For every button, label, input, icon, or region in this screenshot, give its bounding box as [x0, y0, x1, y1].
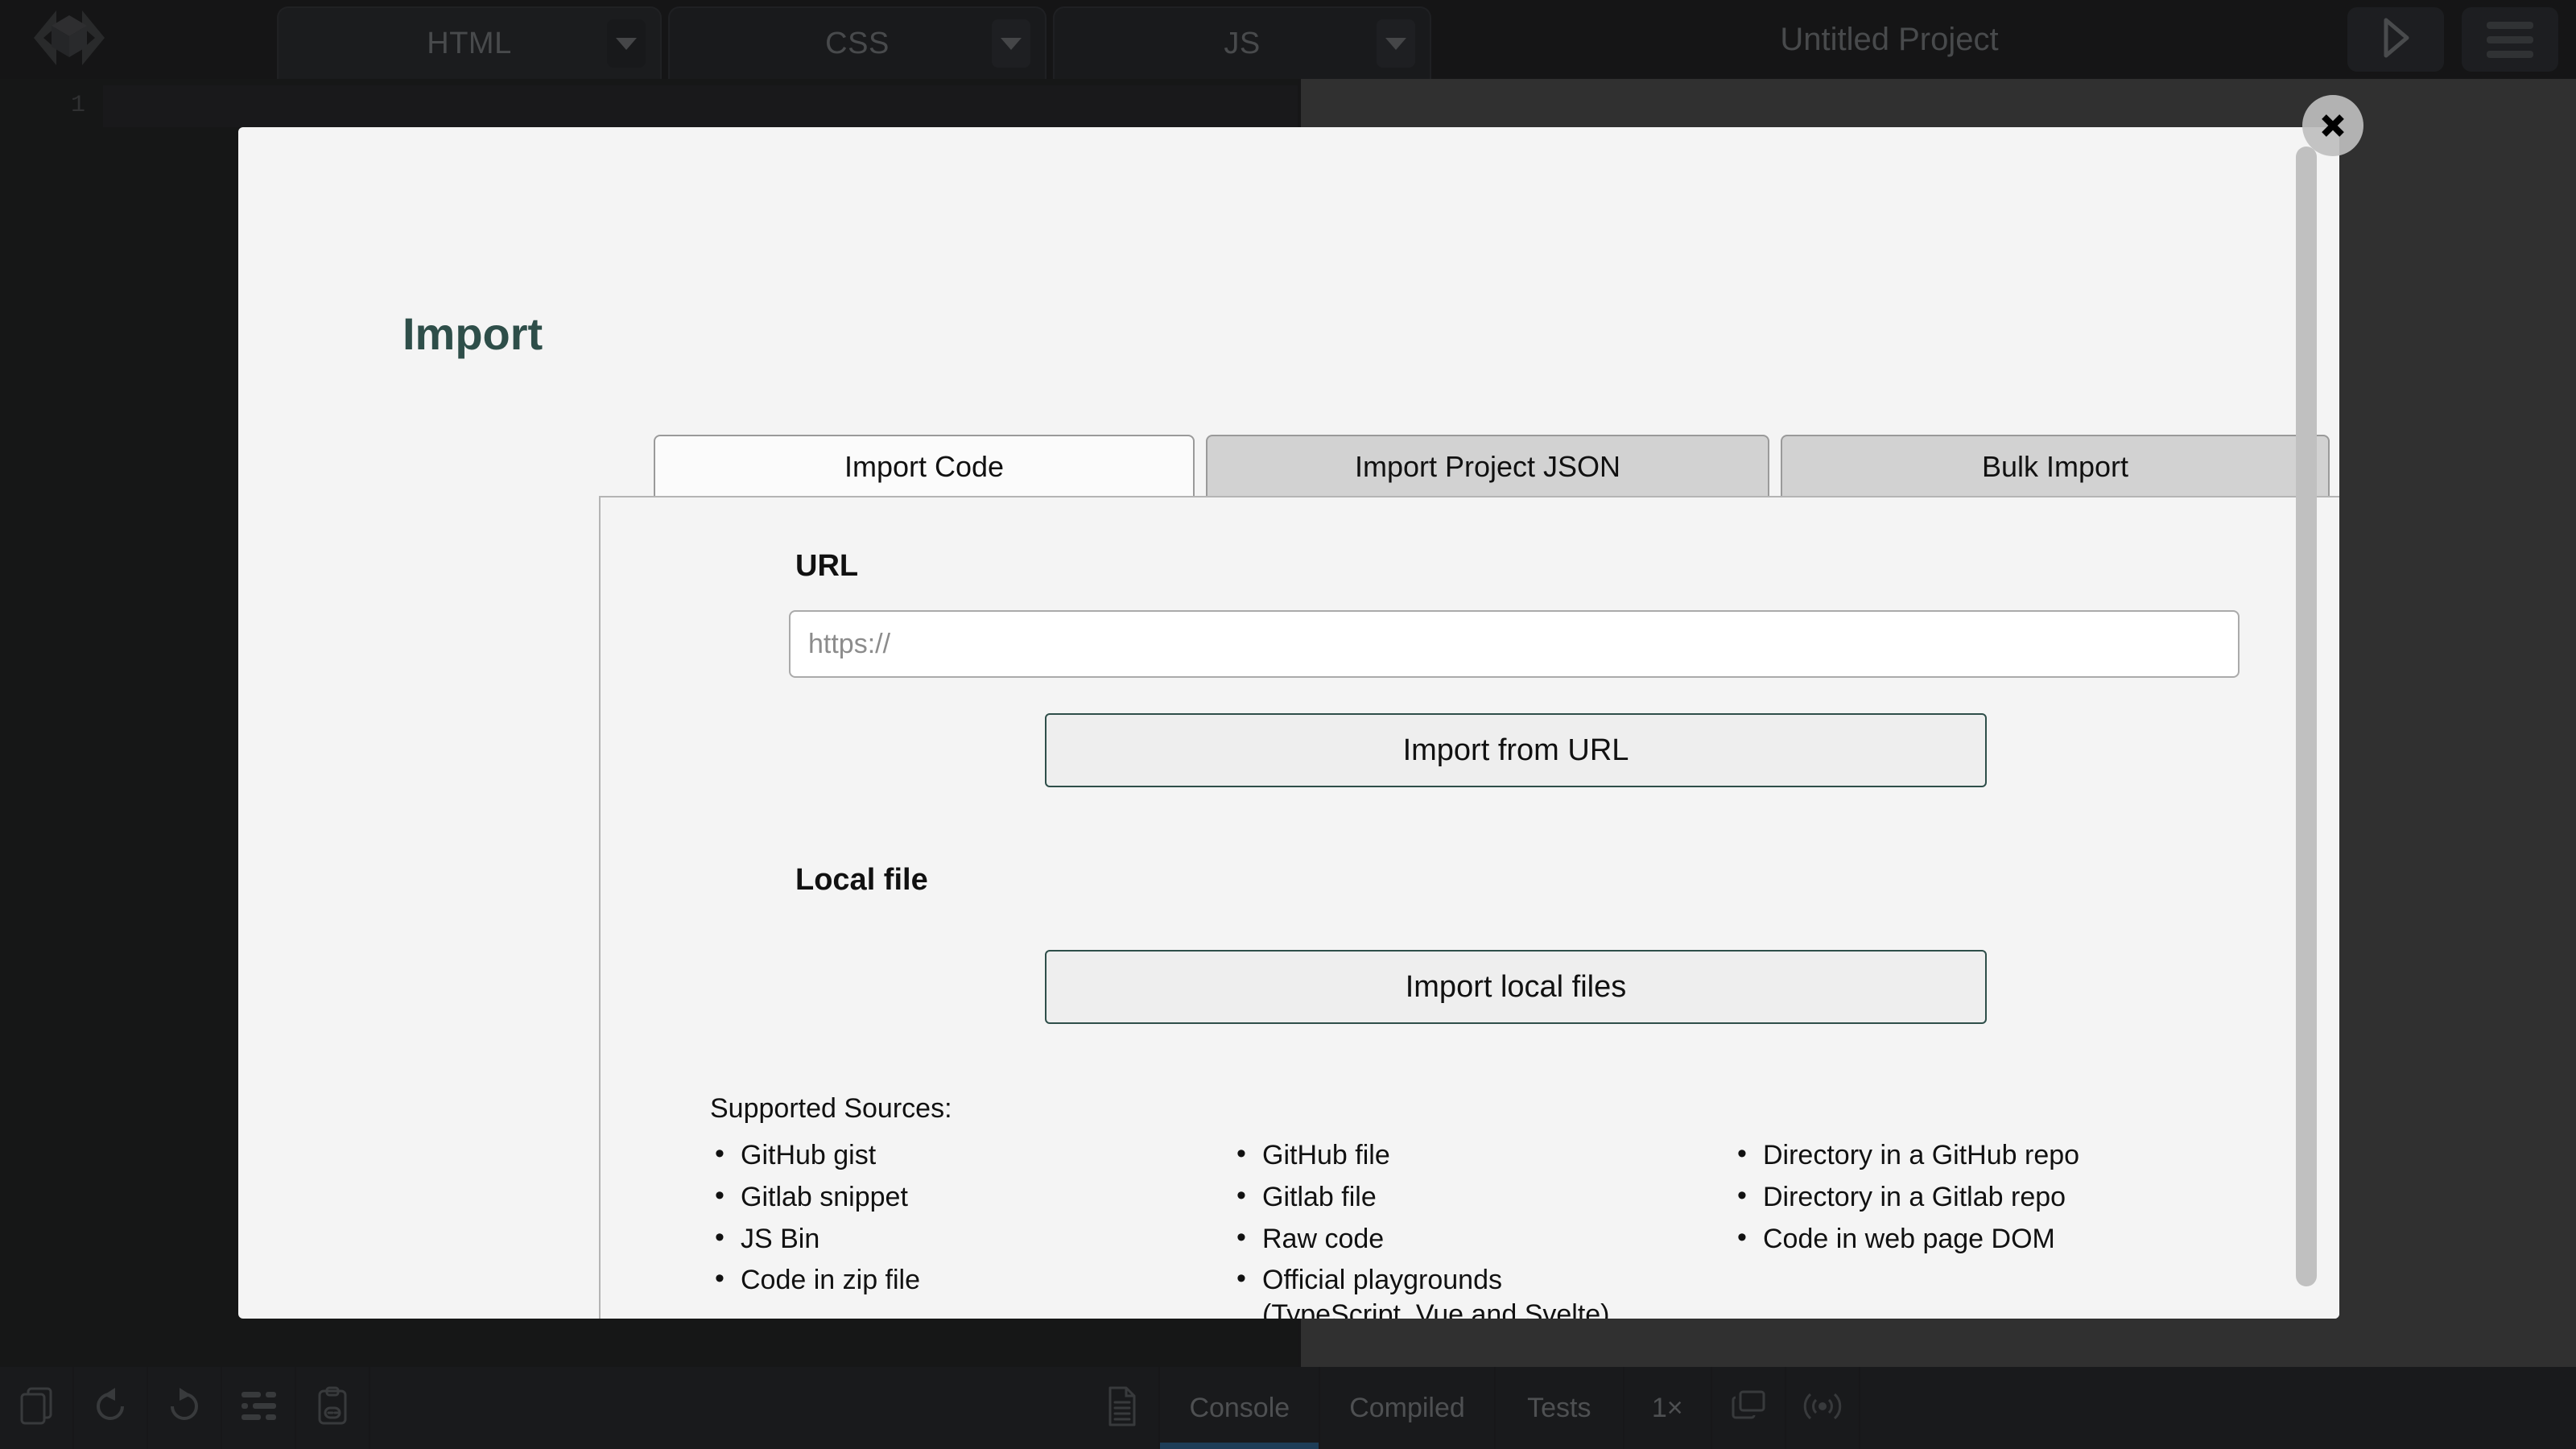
supported-sources-heading: Supported Sources:: [710, 1093, 952, 1124]
close-icon: [2317, 109, 2349, 142]
import-local-files-button[interactable]: Import local files: [1045, 950, 1987, 1024]
tab-bulk-import[interactable]: Bulk Import: [1781, 435, 2330, 497]
tab-bulk-import-label: Bulk Import: [1981, 450, 2129, 483]
tab-import-code[interactable]: Import Code: [654, 435, 1195, 497]
url-input[interactable]: [789, 610, 2240, 678]
sources-column-1: GitHub gist Gitlab snippet JS Bin Code i…: [710, 1137, 1232, 1319]
list-item: GitHub file: [1232, 1137, 1732, 1173]
tab-import-code-label: Import Code: [844, 450, 1005, 483]
list-item: GitHub gist: [710, 1137, 1232, 1173]
modal-scrollbar[interactable]: [2296, 135, 2317, 1307]
list-item: Gitlab snippet: [710, 1179, 1232, 1215]
playgrounds-note: (TypeScript, Vue and Svelte): [1262, 1299, 1610, 1319]
dialog-tabstrip: Import Code Import Project JSON Bulk Imp…: [654, 435, 2339, 497]
modal-scrollbar-thumb[interactable]: [2296, 147, 2317, 1286]
list-item: Gitlab file: [1232, 1179, 1732, 1215]
list-item: Directory in a Gitlab repo: [1732, 1179, 2288, 1215]
list-item: Directory in a GitHub repo: [1732, 1137, 2288, 1173]
list-item: Raw code: [1232, 1220, 1732, 1257]
playgrounds-label: Official playgrounds: [1262, 1265, 1502, 1296]
close-dialog-button[interactable]: [2302, 95, 2363, 156]
sources-column-2: GitHub file Gitlab file Raw code Officia…: [1232, 1137, 1732, 1319]
sources-column-3: Directory in a GitHub repo Directory in …: [1732, 1137, 2288, 1319]
local-file-label: Local file: [795, 863, 928, 897]
list-item: Code in web page DOM: [1732, 1220, 2288, 1257]
list-item-playgrounds: Official playgrounds (TypeScript, Vue an…: [1232, 1261, 1732, 1319]
list-item: Code in zip file: [710, 1261, 1232, 1298]
url-label: URL: [795, 549, 859, 583]
import-dialog: Import Import Code Import Project JSON B…: [238, 127, 2339, 1319]
modal-overlay[interactable]: Import Import Code Import Project JSON B…: [0, 0, 2576, 1449]
tab-import-project-json-label: Import Project JSON: [1354, 450, 1621, 483]
tab-import-project-json[interactable]: Import Project JSON: [1206, 435, 1769, 497]
list-item: JS Bin: [710, 1220, 1232, 1257]
supported-sources-columns: GitHub gist Gitlab snippet JS Bin Code i…: [710, 1137, 2288, 1319]
dialog-title: Import: [402, 308, 543, 359]
import-from-url-button[interactable]: Import from URL: [1045, 713, 1987, 787]
app-root: HTML CSS JS Untitled Project: [0, 0, 2576, 1449]
